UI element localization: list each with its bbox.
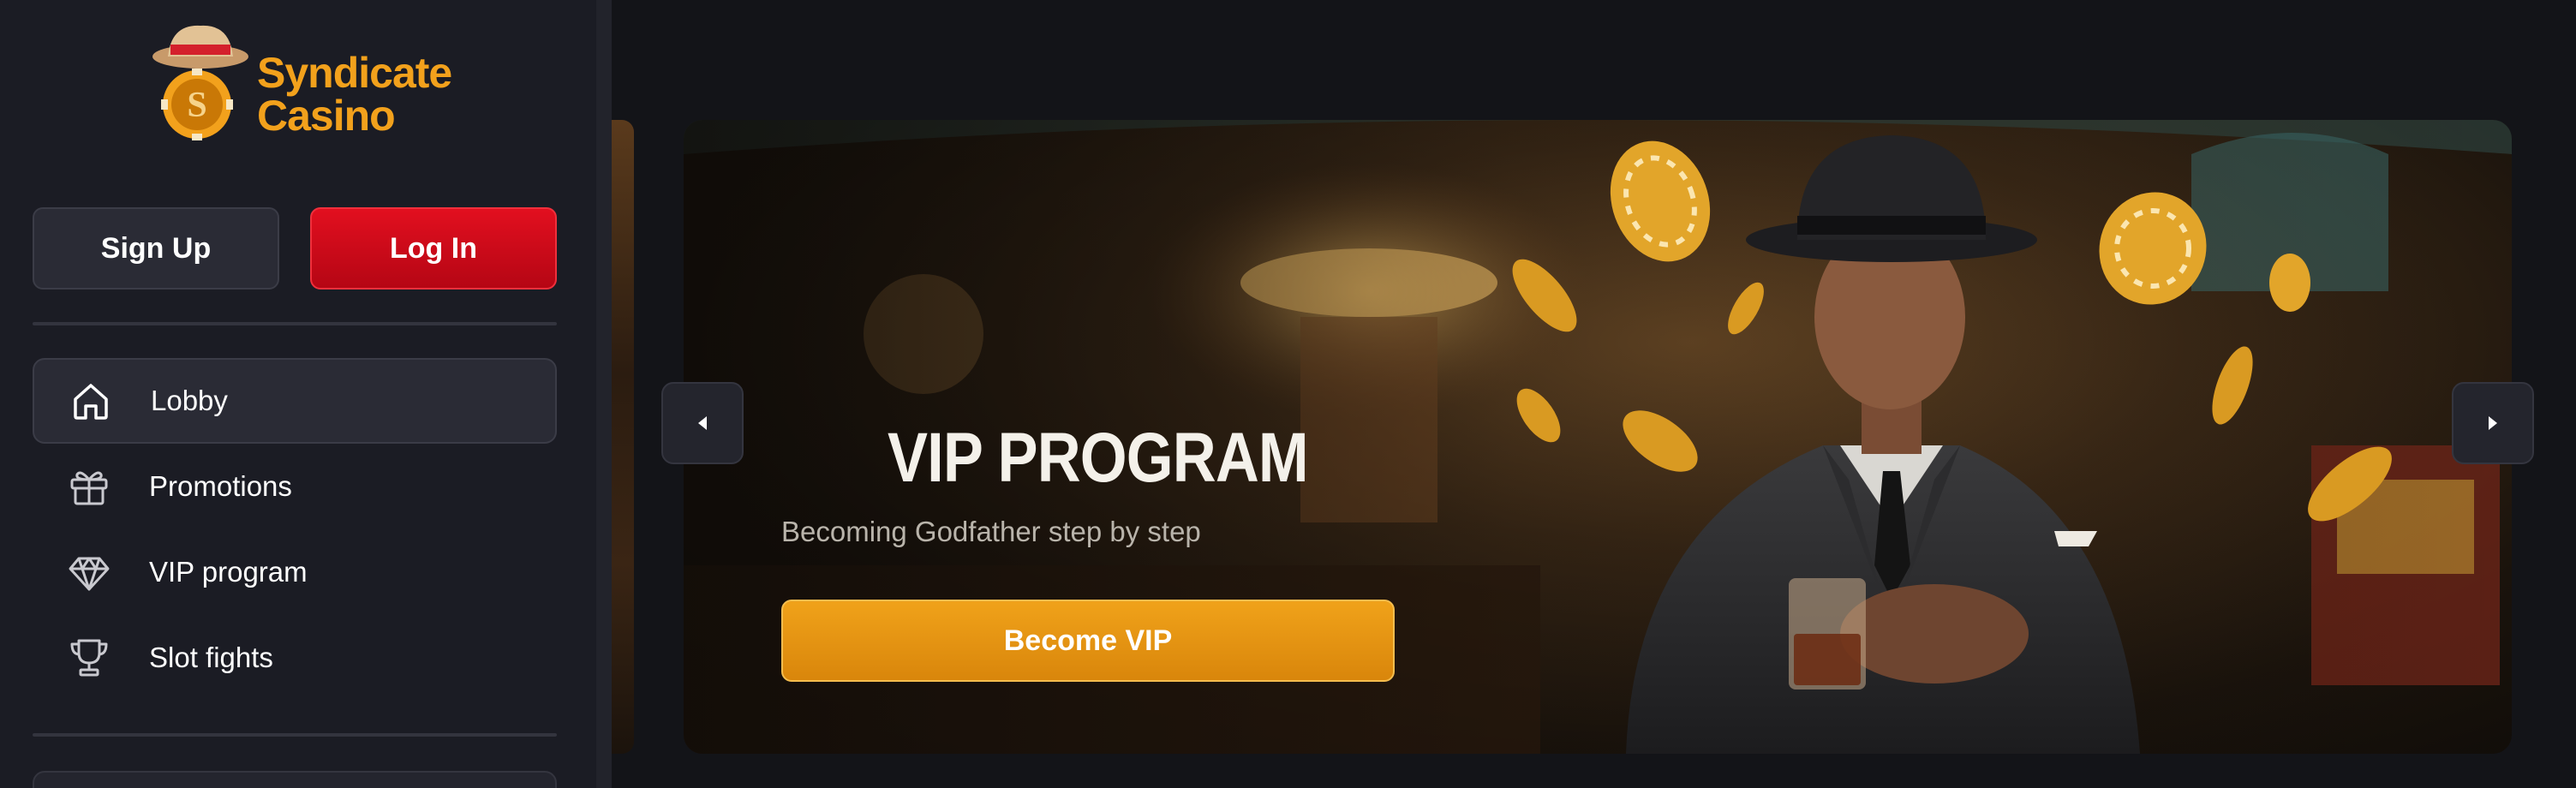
caret-right-icon [2489, 416, 2497, 430]
banner-title: VIP PROGRAM [888, 419, 1309, 497]
logo-mark-icon: S [152, 25, 248, 140]
trophy-icon [70, 639, 108, 677]
sidebar-divider [33, 322, 557, 325]
sidebar-item-slot-fights[interactable]: Slot fights [33, 615, 557, 701]
banner-subtitle: Becoming Godfather step by step [781, 516, 1201, 547]
brand-name: Syndicate Casino [257, 49, 452, 140]
sidebar-edge [596, 0, 612, 788]
sidebar-item-label: VIP program [149, 556, 308, 588]
carousel-next-button[interactable] [2452, 382, 2534, 464]
home-icon [74, 384, 108, 420]
become-vip-button[interactable]: Become VIP [781, 600, 1395, 682]
sidebar-item-lobby[interactable]: Lobby [33, 358, 557, 444]
sidebar-divider [33, 733, 557, 737]
sidebar-item-label: Lobby [151, 385, 228, 416]
gift-icon [70, 471, 108, 505]
carousel-prev-button[interactable] [661, 382, 744, 464]
previous-slide-peek[interactable] [612, 120, 634, 754]
sidebar-bottom-card[interactable] [33, 771, 557, 788]
diamond-icon [69, 557, 110, 591]
brand-name-line1: Syndicate [257, 49, 452, 97]
sidebar: S Syndicate Casino Sign Up Log In Lobby … [0, 0, 596, 788]
caret-left-icon [698, 416, 707, 430]
log-in-button[interactable]: Log In [310, 207, 557, 290]
sign-up-button[interactable]: Sign Up [33, 207, 279, 290]
sidebar-item-promotions[interactable]: Promotions [33, 444, 557, 529]
sidebar-item-label: Slot fights [149, 642, 273, 673]
sidebar-item-vip-program[interactable]: VIP program [33, 529, 557, 615]
sidebar-item-label: Promotions [149, 470, 292, 502]
brand-logo[interactable]: S Syndicate Casino [147, 19, 452, 147]
svg-text:S: S [187, 86, 206, 125]
brand-name-line2: Casino [257, 92, 396, 140]
